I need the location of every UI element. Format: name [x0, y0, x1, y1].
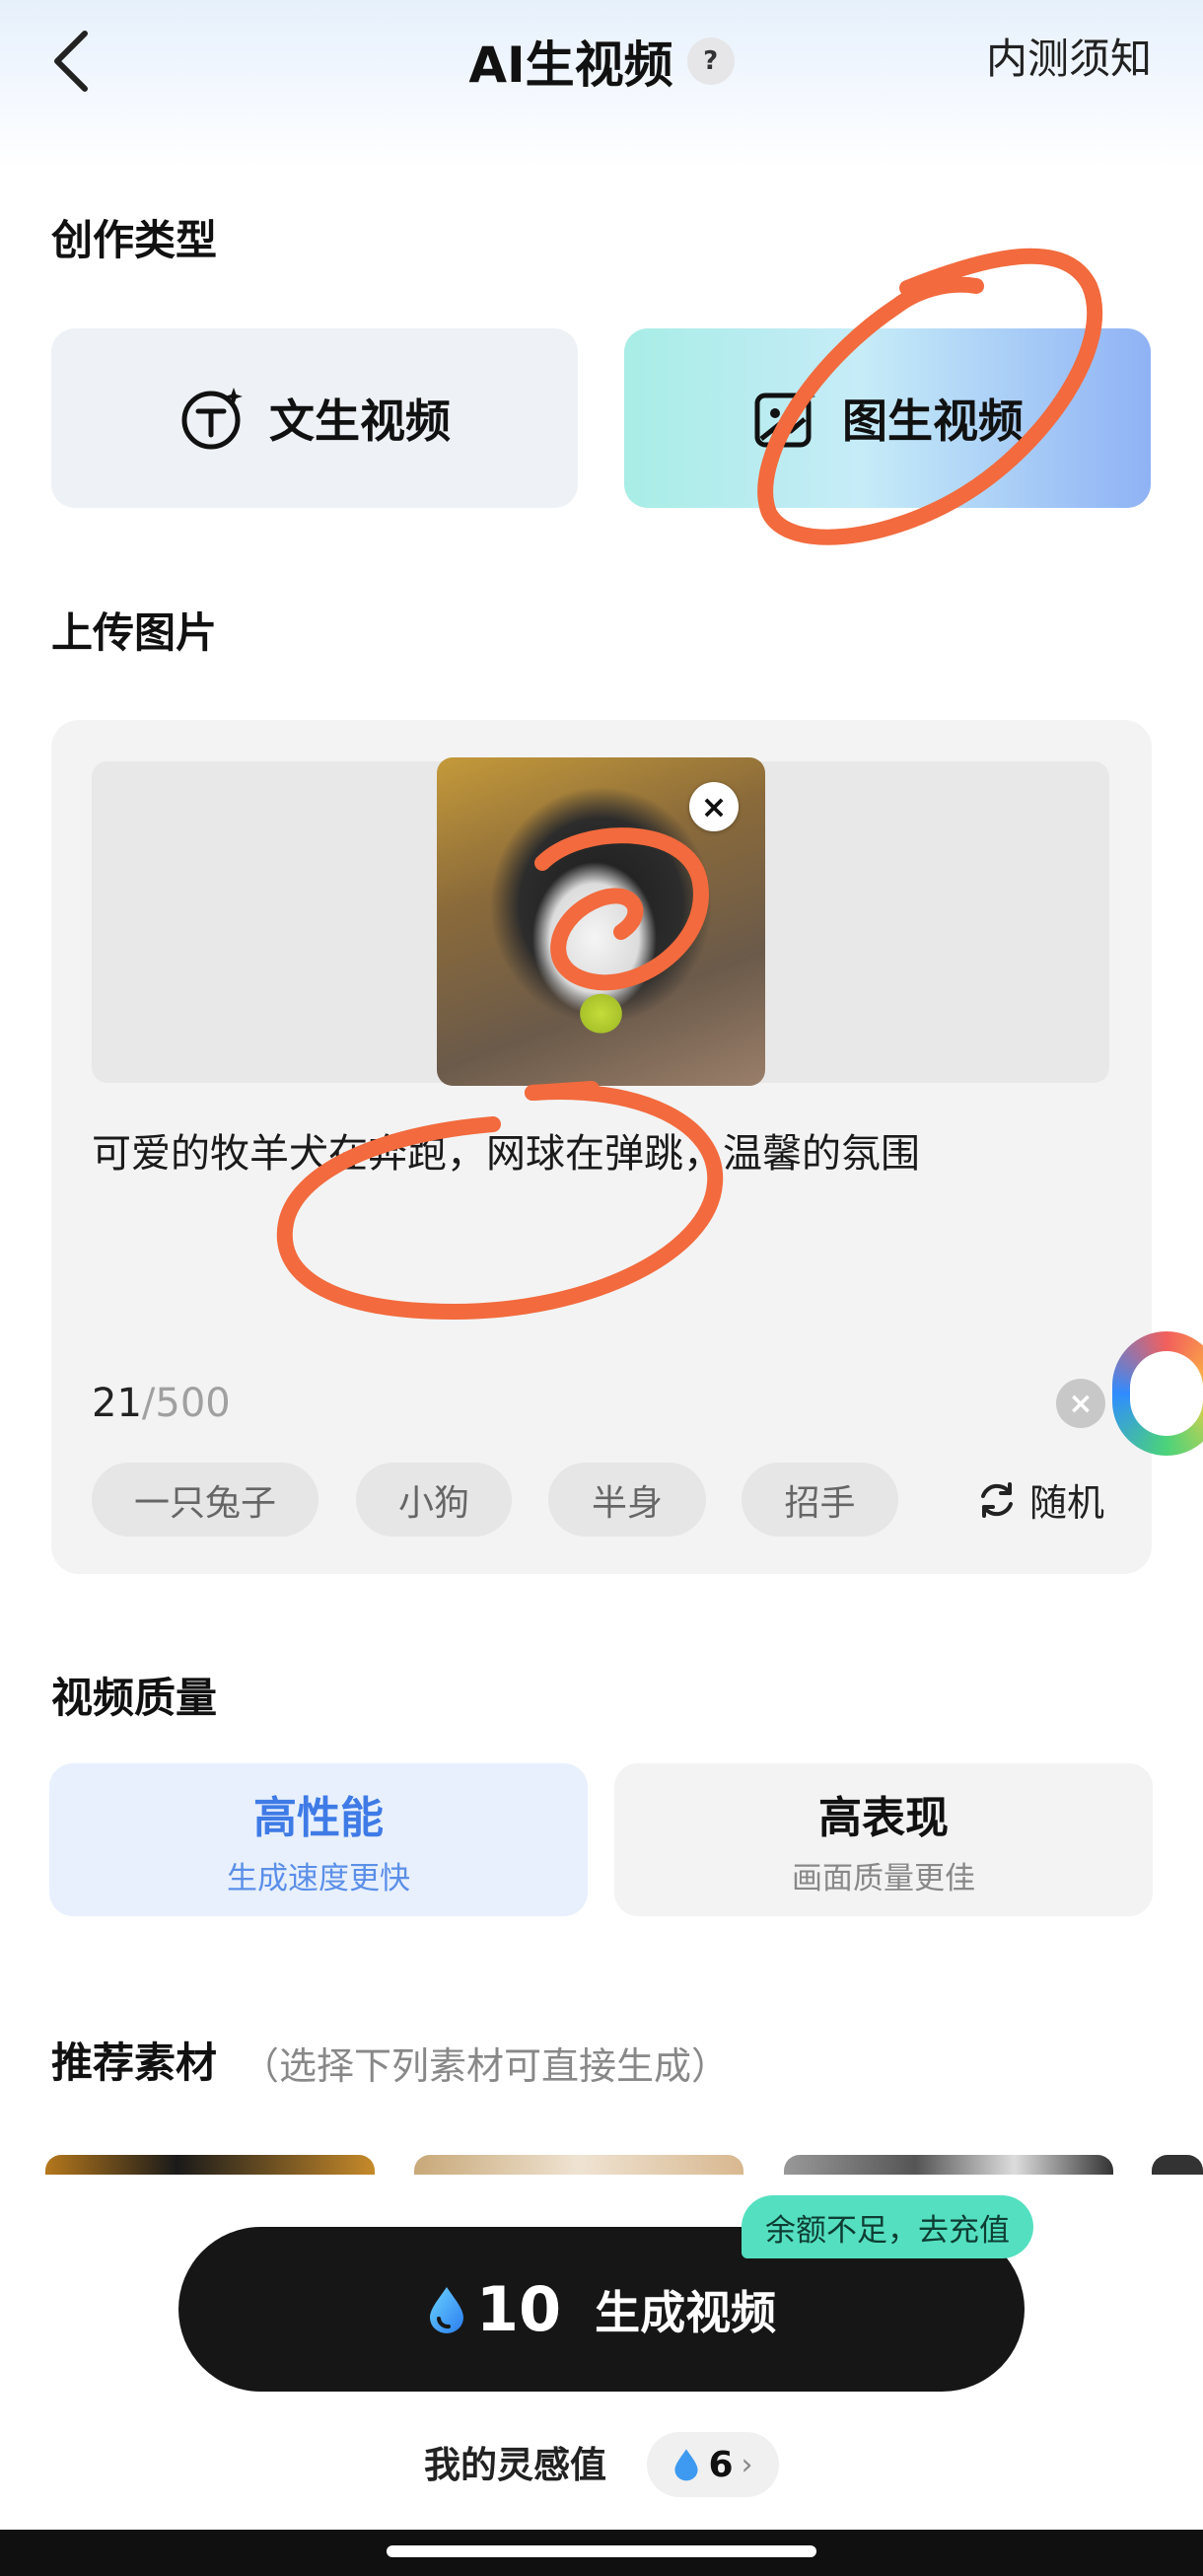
chevron-right-icon: ›	[741, 2447, 753, 2482]
suggestion-chip[interactable]: 半身	[548, 1463, 706, 1537]
suggestion-chip[interactable]: 小狗	[356, 1463, 512, 1537]
text-to-video-label: 文生视频	[269, 394, 451, 448]
quality-option-subtitle: 画面质量更佳	[792, 1861, 975, 1896]
annotation-oval-icon	[276, 1081, 724, 1321]
inspiration-balance-button[interactable]: 6 ›	[647, 2432, 779, 2497]
material-thumbnail[interactable]	[1152, 2155, 1203, 2175]
quality-option-performance[interactable]: 高性能 生成速度更快	[49, 1763, 588, 1916]
text-to-video-card[interactable]: 文生视频	[51, 328, 578, 508]
water-drop-icon	[674, 2449, 699, 2481]
home-indicator[interactable]	[387, 2545, 816, 2557]
clear-text-button[interactable]: ×	[1056, 1379, 1105, 1428]
upload-label: 上传图片	[51, 608, 218, 657]
recommend-label: 推荐素材	[51, 2039, 218, 2087]
page-title: AI生视频	[468, 36, 673, 94]
annotation-circle-icon	[757, 248, 1103, 545]
generate-label: 生成视频	[595, 2285, 777, 2339]
random-label: 随机	[1029, 1481, 1105, 1525]
quality-option-quality[interactable]: 高表现 画面质量更佳	[614, 1763, 1153, 1916]
material-thumbnail[interactable]	[784, 2155, 1113, 2175]
char-count: 21	[92, 1381, 142, 1426]
suggestion-chip[interactable]: 一只兔子	[92, 1463, 318, 1537]
notice-link[interactable]: 内测须知	[986, 30, 1152, 89]
text-to-video-icon	[181, 388, 243, 450]
recharge-tag[interactable]: 余额不足，去充值	[742, 2195, 1033, 2258]
help-icon[interactable]: ?	[686, 37, 735, 85]
floating-assistant-inner	[1130, 1351, 1203, 1436]
material-thumbnail[interactable]	[45, 2155, 375, 2175]
char-max: /500	[141, 1381, 231, 1426]
suggestion-chip[interactable]: 招手	[742, 1463, 898, 1537]
inspiration-value: 6	[708, 2444, 734, 2485]
creation-type-label: 创作类型	[51, 216, 218, 264]
generate-cost: 10	[475, 2273, 562, 2345]
material-thumbnail[interactable]	[414, 2155, 743, 2175]
quality-label: 视频质量	[51, 1674, 218, 1722]
inspiration-label: 我的灵感值	[424, 2444, 606, 2486]
quality-option-title: 高表现	[818, 1793, 949, 1843]
quality-option-title: 高性能	[253, 1793, 384, 1843]
annotation-scribble-icon	[534, 827, 709, 991]
random-button[interactable]: 随机	[976, 1463, 1104, 1537]
char-counter: 21/500	[92, 1376, 231, 1431]
quality-option-subtitle: 生成速度更快	[227, 1861, 410, 1896]
refresh-icon	[981, 1481, 1013, 1518]
recommend-subtitle: （选择下列素材可直接生成）	[242, 2044, 730, 2088]
water-drop-icon	[429, 2286, 463, 2333]
